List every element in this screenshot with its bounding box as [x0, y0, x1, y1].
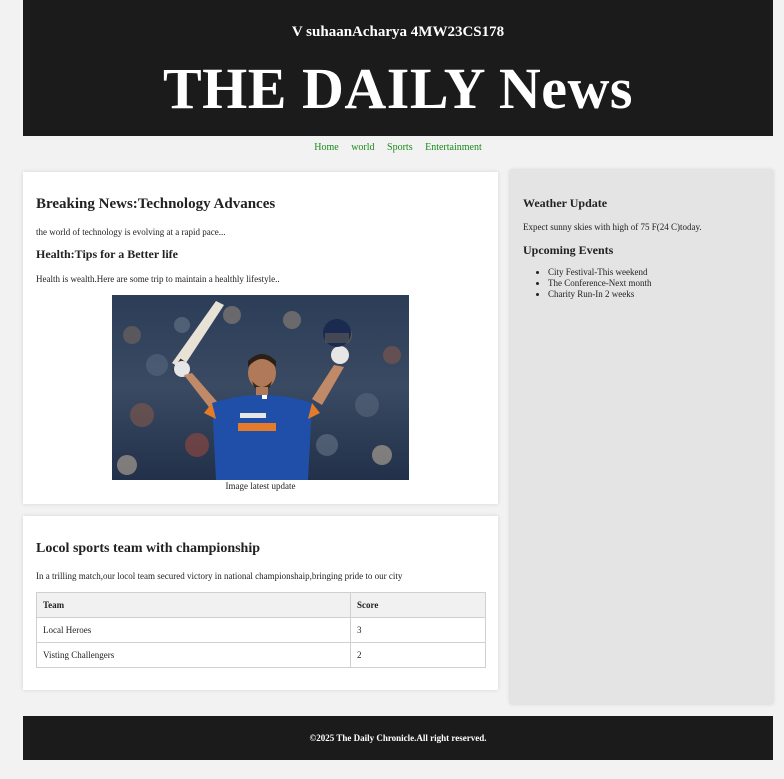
team-cell: Local Heroes [36, 617, 351, 643]
score-cell: 2 [350, 642, 486, 668]
events-list: City Festival-This weekend The Conferenc… [523, 267, 651, 300]
site-header: V suhaanAcharya 4MW23CS178 THE DAILY New… [23, 0, 773, 136]
team-cell: Visting Challengers [36, 642, 351, 668]
article-title-technology: Breaking News:Technology Advances [36, 196, 276, 212]
weather-title: Weather Update [523, 196, 608, 210]
masthead-title: THE DAILY News [162, 56, 633, 121]
list-item: The Conference-Next month [548, 278, 651, 289]
image-caption: Image latest update [225, 481, 296, 491]
sports-article-title: Locol sports team with championship [36, 541, 261, 556]
copyright-text: ©2025 The Daily Chronicle.All right rese… [309, 733, 487, 743]
article-title-health: Health:Tips for a Better life [36, 247, 178, 261]
events-title: Upcoming Events [523, 243, 614, 257]
column-header-score: Score [350, 592, 486, 618]
sports-article-body: In a trilling match,our locol team secur… [36, 571, 403, 581]
table-row: Visting Challengers 2 [36, 642, 486, 668]
article-body-health: Health is wealth.Here are some trip to m… [36, 274, 280, 284]
cricketer-celebration-photo-icon [112, 295, 409, 480]
list-item: City Festival-This weekend [548, 267, 651, 278]
sidebar: Weather Update Expect sunny skies with h… [510, 170, 773, 704]
article-body-technology: the world of technology is evolving at a… [36, 227, 226, 237]
list-item: Charity Run-In 2 weeks [548, 289, 651, 300]
news-article-card: Breaking News:Technology Advances the wo… [23, 172, 498, 504]
nav-link-entertainment[interactable]: Entertainment [425, 142, 482, 153]
score-cell: 3 [350, 617, 486, 643]
weather-body: Expect sunny skies with high of 75 F(24 … [523, 222, 702, 232]
site-footer: ©2025 The Daily Chronicle.All right rese… [23, 716, 773, 760]
sports-article-card: Locol sports team with championship In a… [23, 516, 498, 690]
nav-link-world[interactable]: world [351, 142, 374, 153]
nav-link-sports[interactable]: Sports [387, 142, 413, 153]
table-row: Local Heroes 3 [36, 617, 486, 643]
table-header-row: Team Score [36, 592, 486, 618]
author-line: V suhaanAcharya 4MW23CS178 [291, 24, 505, 40]
score-table: Team Score Local Heroes 3 Visting Challe… [36, 592, 486, 668]
main-nav: Home world Sports Entertainment [23, 142, 773, 153]
nav-link-home[interactable]: Home [314, 142, 338, 153]
column-header-team: Team [36, 592, 351, 618]
cricketer-photo [112, 295, 409, 480]
